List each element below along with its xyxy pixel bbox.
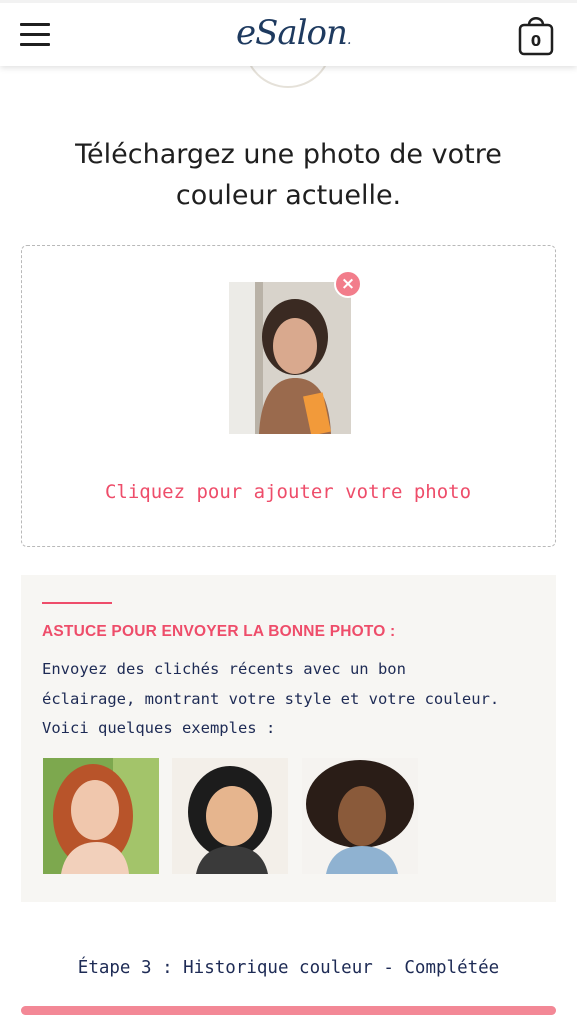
top-nav-bar: eSalon. 0: [0, 0, 577, 66]
step-progress-bar: [21, 1006, 556, 1015]
step-progress-fill: [21, 1006, 556, 1015]
photo-upload-dropzone[interactable]: × Cliquez pour ajouter votre photo: [21, 245, 556, 547]
add-photo-link[interactable]: Cliquez pour ajouter votre photo: [22, 481, 554, 503]
upload-title: Téléchargez une photo de votre couleur a…: [75, 139, 502, 211]
cart-button[interactable]: 0: [517, 13, 555, 57]
example-photo-bob: [172, 758, 288, 874]
tip-heading: ASTUCE POUR ENVOYER LA BONNE PHOTO :: [42, 623, 396, 640]
hamburger-icon[interactable]: [20, 21, 50, 47]
tip-text: Envoyez des clichés récents avec un bon …: [42, 660, 500, 737]
remove-photo-button[interactable]: ×: [334, 270, 362, 298]
logo-text: eSalon: [236, 13, 348, 53]
close-icon: ×: [340, 274, 356, 294]
cart-count: 0: [530, 32, 542, 50]
esalon-logo[interactable]: eSalon.: [236, 13, 352, 53]
uploaded-photo-thumbnail: [229, 282, 351, 434]
step-status-label: Étape 3 : Historique couleur - Complétée: [77, 958, 500, 978]
tip-divider: [42, 602, 112, 604]
photo-tip-panel: ASTUCE POUR ENVOYER LA BONNE PHOTO : Env…: [21, 575, 556, 902]
example-photo-redhead: [43, 758, 159, 874]
example-photo-curly: [302, 758, 418, 874]
